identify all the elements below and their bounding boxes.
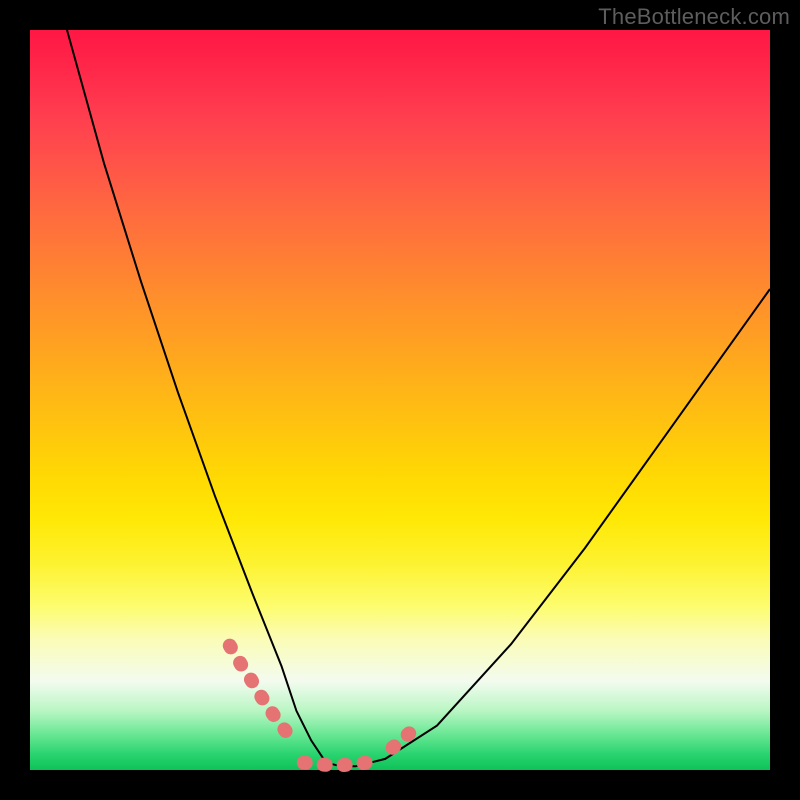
chart-svg — [0, 0, 800, 800]
highlight-right — [393, 723, 420, 747]
curve-line — [67, 30, 770, 766]
highlight-bottom — [304, 762, 371, 765]
